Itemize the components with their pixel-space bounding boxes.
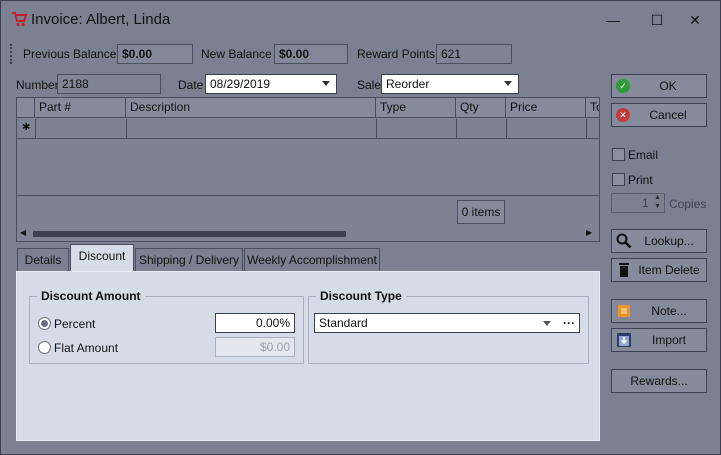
minimize-button[interactable]: — bbox=[601, 9, 625, 31]
scroll-right-icon[interactable]: ▶ bbox=[586, 228, 592, 237]
sale-value: Reorder bbox=[386, 77, 430, 91]
date-label: Date bbox=[178, 78, 204, 92]
ok-label: OK bbox=[659, 79, 677, 93]
discount-type-select[interactable]: Standard ··· bbox=[314, 313, 580, 333]
sale-select[interactable]: Reorder bbox=[381, 74, 519, 94]
search-icon bbox=[616, 233, 632, 249]
note-label: Note... bbox=[651, 304, 687, 318]
import-button[interactable]: Import bbox=[611, 328, 707, 352]
column-header-type[interactable]: Type bbox=[376, 98, 456, 118]
column-header-description[interactable]: Description bbox=[126, 98, 376, 118]
ok-button[interactable]: ✓ OK bbox=[611, 74, 707, 98]
chevron-up-icon[interactable]: ▲ bbox=[654, 194, 661, 201]
grid-header: Part # Description Type Qty Price To bbox=[17, 98, 599, 118]
rewards-label: Rewards... bbox=[630, 374, 688, 388]
discount-type-title: Discount Type bbox=[316, 289, 406, 303]
number-label: Number bbox=[16, 78, 59, 92]
email-label: Email bbox=[628, 148, 659, 162]
discount-panel: Discount Amount Percent 0.00% Flat Amoun… bbox=[16, 271, 600, 441]
flat-amount-input[interactable]: $0.00 bbox=[215, 337, 295, 357]
percent-input[interactable]: 0.00% bbox=[215, 313, 295, 333]
row-indicator-header bbox=[17, 98, 35, 118]
rewards-button[interactable]: Rewards... bbox=[611, 369, 707, 393]
column-header-part[interactable]: Part # bbox=[35, 98, 126, 118]
cancel-button[interactable]: ✕ Cancel bbox=[611, 103, 707, 127]
percent-radio[interactable] bbox=[38, 317, 51, 330]
window-title: Invoice: Albert, Linda bbox=[31, 11, 171, 28]
reward-points-label: Reward Points bbox=[357, 47, 436, 61]
column-header-total[interactable]: To bbox=[586, 98, 599, 118]
chevron-down-icon[interactable]: ▼ bbox=[654, 203, 661, 210]
column-header-price[interactable]: Price bbox=[506, 98, 586, 118]
ellipsis-button[interactable]: ··· bbox=[563, 314, 575, 332]
copies-value: 1 bbox=[642, 196, 649, 210]
previous-balance-value: $0.00 bbox=[117, 44, 193, 64]
copies-spinner[interactable]: 1 ▲ ▼ bbox=[611, 193, 665, 213]
cancel-label: Cancel bbox=[649, 108, 687, 122]
trash-icon bbox=[616, 262, 632, 278]
close-button[interactable]: ✕ bbox=[683, 9, 707, 31]
title-bar: Invoice: Albert, Linda — ☐ ✕ bbox=[1, 1, 720, 39]
discount-type-value: Standard bbox=[319, 316, 368, 330]
lookup-label: Lookup... bbox=[644, 234, 694, 248]
horizontal-scrollbar[interactable]: ◀ ▶ bbox=[17, 226, 599, 241]
items-grid[interactable]: Part # Description Type Qty Price To ✱ 0… bbox=[16, 97, 600, 242]
checkmark-icon: ✓ bbox=[616, 79, 630, 93]
chevron-down-icon[interactable] bbox=[322, 81, 330, 86]
chevron-down-icon[interactable] bbox=[504, 81, 512, 86]
new-row-marker: ✱ bbox=[22, 122, 31, 133]
import-label: Import bbox=[651, 333, 686, 347]
import-icon bbox=[616, 332, 632, 348]
note-icon bbox=[616, 303, 632, 319]
previous-balance-label: Previous Balance bbox=[23, 47, 117, 61]
scroll-left-icon[interactable]: ◀ bbox=[20, 228, 26, 237]
flat-amount-radio[interactable] bbox=[38, 341, 51, 354]
drag-handle[interactable] bbox=[10, 44, 14, 64]
print-label: Print bbox=[628, 173, 653, 187]
column-header-qty[interactable]: Qty bbox=[456, 98, 506, 118]
new-balance-value: $0.00 bbox=[274, 44, 348, 64]
cancel-icon: ✕ bbox=[616, 108, 630, 122]
tab-weekly-accomplishment[interactable]: Weekly Accomplishment bbox=[244, 248, 380, 272]
scrollbar-thumb[interactable] bbox=[33, 231, 346, 237]
print-checkbox[interactable] bbox=[612, 173, 625, 186]
reward-points-value: 621 bbox=[436, 44, 512, 64]
tab-details[interactable]: Details bbox=[17, 248, 69, 272]
lookup-button[interactable]: Lookup... bbox=[611, 229, 707, 253]
new-row[interactable]: ✱ bbox=[17, 119, 599, 139]
number-field: 2188 bbox=[57, 74, 161, 94]
item-count-badge: 0 items bbox=[457, 200, 505, 224]
flat-amount-label: Flat Amount bbox=[54, 341, 119, 355]
invoice-window: Invoice: Albert, Linda — ☐ ✕ Previous Ba… bbox=[0, 0, 721, 455]
discount-amount-title: Discount Amount bbox=[37, 289, 145, 303]
item-delete-label: Item Delete bbox=[638, 263, 700, 277]
tab-shipping-delivery[interactable]: Shipping / Delivery bbox=[135, 248, 243, 272]
tab-discount[interactable]: Discount bbox=[70, 244, 134, 272]
chevron-down-icon[interactable] bbox=[543, 321, 551, 326]
new-balance-label: New Balance bbox=[201, 47, 272, 61]
date-value: 08/29/2019 bbox=[210, 77, 271, 91]
date-picker[interactable]: 08/29/2019 bbox=[205, 74, 337, 94]
note-button[interactable]: Note... bbox=[611, 299, 707, 323]
cart-icon bbox=[11, 12, 28, 30]
copies-label: Copies bbox=[669, 197, 707, 211]
sale-label: Sale bbox=[357, 78, 382, 92]
email-checkbox[interactable] bbox=[612, 148, 625, 161]
maximize-button[interactable]: ☐ bbox=[645, 9, 669, 31]
percent-label: Percent bbox=[54, 317, 96, 331]
item-delete-button[interactable]: Item Delete bbox=[611, 258, 707, 282]
